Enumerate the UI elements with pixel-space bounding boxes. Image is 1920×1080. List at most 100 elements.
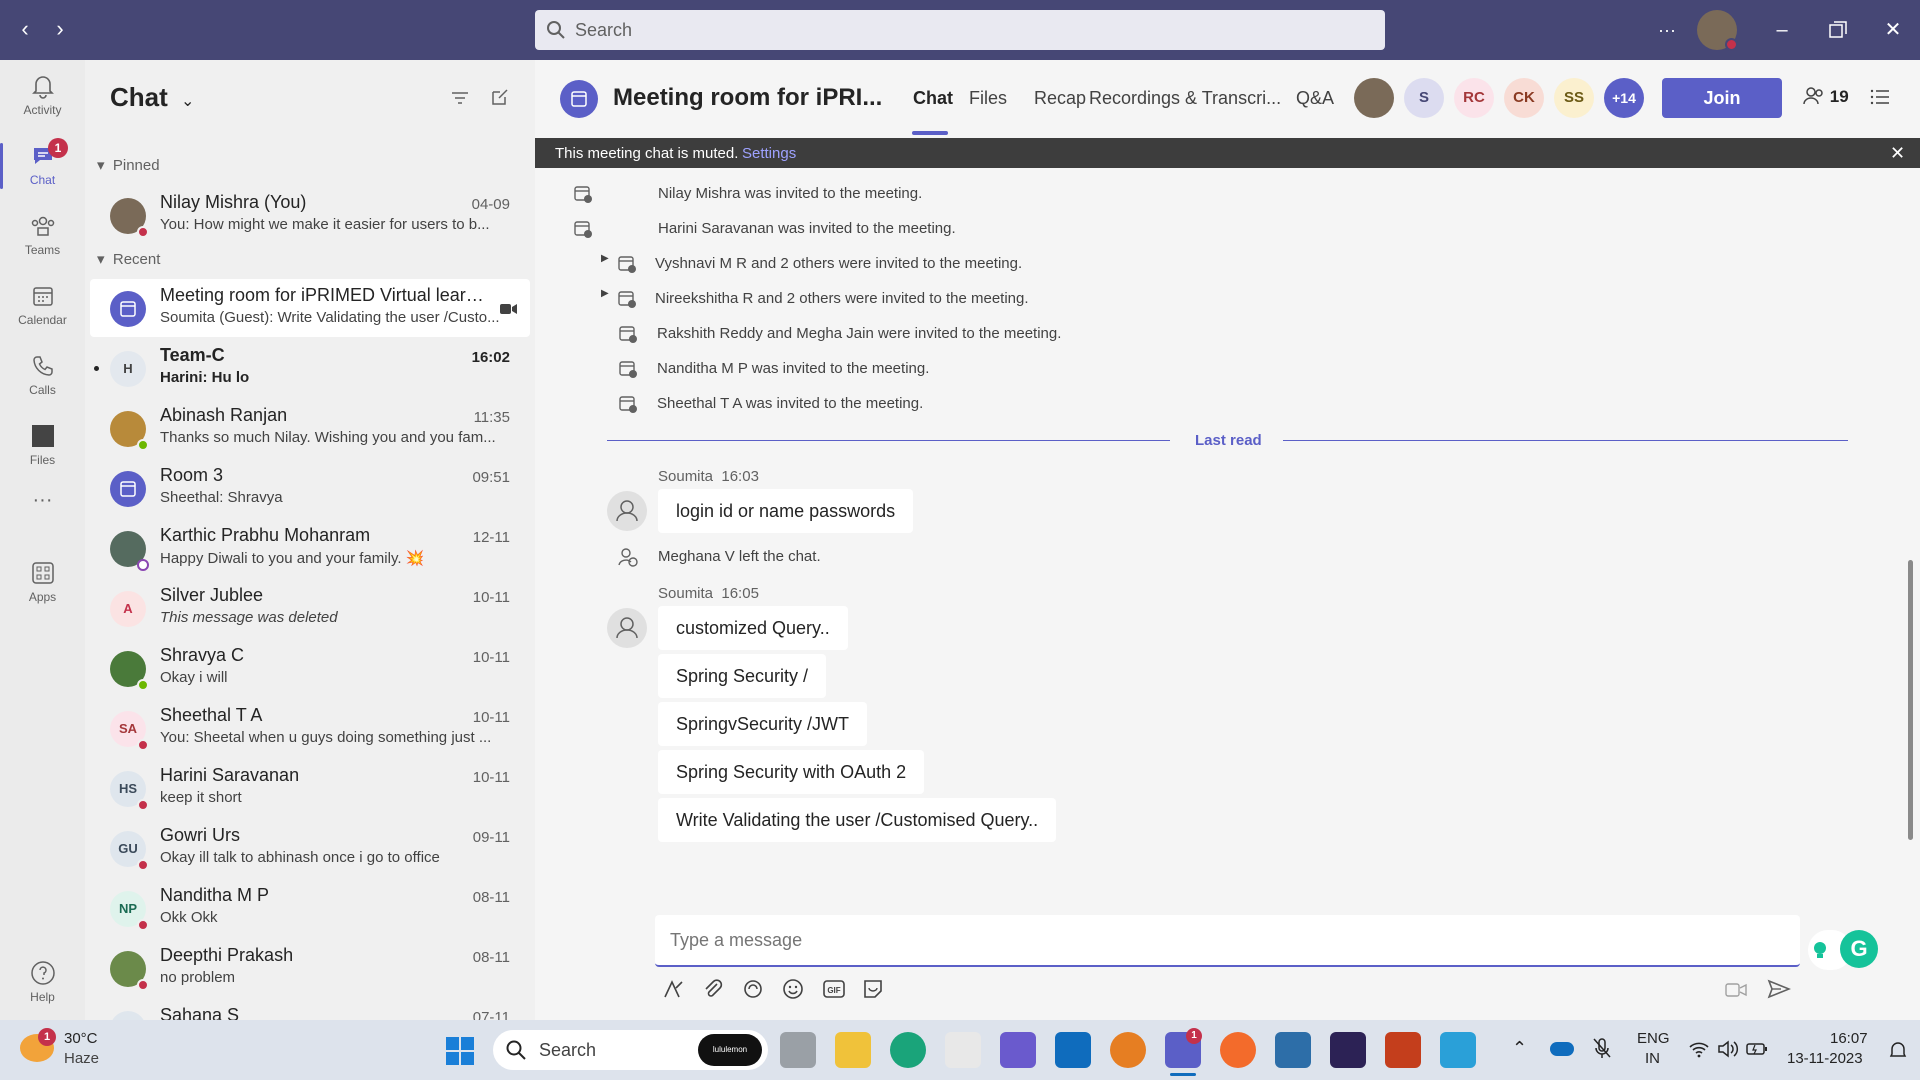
filter-icon[interactable] (450, 88, 470, 108)
message-bubble[interactable]: Spring Security with OAuth 2 (658, 750, 925, 794)
edge-icon[interactable] (890, 1032, 926, 1068)
rail-calendar[interactable]: Calendar (0, 275, 85, 337)
message-bubble[interactable]: SpringvSecurity /JWT (658, 702, 868, 746)
info-app-icon[interactable] (1110, 1032, 1146, 1068)
format-icon[interactable] (662, 978, 684, 1000)
outlook-icon[interactable] (1055, 1032, 1091, 1068)
rail-more[interactable]: ··· (0, 480, 85, 520)
expand-icon[interactable]: ▶ (601, 253, 609, 264)
avatar[interactable] (607, 608, 647, 648)
chat-item-team-c[interactable]: H Team-C Harini: Hu lo 16:02 (90, 339, 530, 397)
video-clip-icon[interactable] (1725, 980, 1747, 1000)
message-bubble[interactable]: customized Query.. (658, 606, 848, 650)
pinned-section-label[interactable]: ▾ Pinned (97, 156, 160, 174)
system-message[interactable]: Nireekshitha R and 2 others were invited… (655, 290, 1029, 307)
chevron-up-icon[interactable]: ⌃ (1512, 1038, 1527, 1059)
tab-qa[interactable]: Q&A (1296, 88, 1334, 109)
avatar[interactable] (607, 491, 647, 531)
back-icon[interactable]: ‹ (10, 14, 40, 44)
chat-list-title[interactable]: Chat ⌄ (110, 82, 194, 113)
chat-item-harini[interactable]: HS Harini Saravanan keep it short 10-11 (90, 759, 530, 817)
message-bubble[interactable]: Write Validating the user /Customised Qu… (658, 798, 1057, 842)
participant-avatar[interactable]: CK (1504, 78, 1544, 118)
app-icon[interactable] (1275, 1032, 1311, 1068)
chat-item-sheethal[interactable]: SA Sheethal T A You: Sheetal when u guys… (90, 699, 530, 757)
banner-settings-link[interactable]: Settings (742, 145, 796, 162)
rail-teams[interactable]: Teams (0, 205, 85, 267)
tab-chat[interactable]: Chat (913, 88, 953, 109)
tab-recap[interactable]: Recap (1034, 88, 1086, 109)
powerpoint-icon[interactable] (1385, 1032, 1421, 1068)
chat-item-abinash[interactable]: Abinash Ranjan Thanks so much Nilay. Wis… (90, 399, 530, 457)
new-chat-icon[interactable] (490, 87, 510, 107)
send-icon[interactable] (1767, 978, 1791, 1000)
file-explorer-icon[interactable] (835, 1032, 871, 1068)
chat-item-sahana[interactable]: Sahana S 07-11 (90, 999, 530, 1020)
search-input[interactable] (575, 10, 1365, 50)
expand-icon[interactable]: ▶ (601, 288, 609, 299)
weather-temp[interactable]: 30°C (64, 1030, 98, 1047)
mic-muted-icon[interactable] (1592, 1037, 1612, 1061)
forward-icon[interactable]: › (45, 14, 75, 44)
chat-item-meeting-room[interactable]: Meeting room for iPRIMED Virtual learnin… (90, 279, 530, 337)
sticker-icon[interactable] (862, 978, 884, 1000)
participant-avatar[interactable] (1354, 78, 1394, 118)
chat-item-nilay[interactable]: Nilay Mishra (You) You: How might we mak… (90, 186, 530, 244)
participant-avatar[interactable]: SS (1554, 78, 1594, 118)
wifi-icon[interactable] (1688, 1040, 1710, 1058)
emoji-icon[interactable] (782, 978, 804, 1000)
search-box[interactable] (535, 10, 1385, 50)
participant-avatar[interactable]: RC (1454, 78, 1494, 118)
maximize-button[interactable] (1818, 12, 1858, 48)
rail-calls[interactable]: Calls (0, 345, 85, 407)
task-view-icon[interactable] (780, 1032, 816, 1068)
loop-icon[interactable] (742, 978, 764, 1000)
notification-bell-icon[interactable] (1888, 1040, 1908, 1060)
scrollbar[interactable] (1908, 560, 1913, 840)
volume-icon[interactable] (1717, 1040, 1739, 1058)
rail-help[interactable]: Help (0, 952, 85, 1014)
people-button[interactable]: 19 (1803, 86, 1849, 107)
join-button[interactable]: Join (1662, 78, 1782, 118)
tab-recordings[interactable]: Recordings & Transcri... (1089, 88, 1281, 109)
taskbar-search[interactable]: Search lululemon (493, 1030, 768, 1070)
attach-icon[interactable] (702, 978, 724, 1000)
composer-box[interactable] (655, 915, 1800, 967)
close-icon[interactable]: ✕ (1890, 143, 1905, 164)
close-button[interactable]: ✕ (1873, 12, 1913, 48)
rail-chat[interactable]: Chat 1 (0, 135, 85, 197)
chevron-down-icon[interactable]: ⌄ (181, 93, 194, 110)
windows-start-icon[interactable] (445, 1036, 475, 1066)
tab-files[interactable]: Files (969, 88, 1007, 109)
minimize-button[interactable]: – (1762, 12, 1802, 48)
message-bubble[interactable]: login id or name passwords (658, 489, 914, 533)
more-participants-button[interactable]: +14 (1604, 78, 1644, 118)
message-input[interactable] (670, 915, 1780, 965)
clock-time[interactable]: 16:07 (1830, 1030, 1868, 1047)
chat-item-deepthi[interactable]: Deepthi Prakash no problem 08-11 (90, 939, 530, 997)
more-options-button[interactable]: ··· (1647, 12, 1687, 48)
battery-icon[interactable] (1746, 1041, 1768, 1057)
onedrive-icon[interactable] (1550, 1042, 1574, 1056)
chat-item-room-3[interactable]: Room 3 Sheethal: Shravya 09:51 (90, 459, 530, 517)
language-indicator[interactable]: ENG (1637, 1030, 1670, 1047)
clock-date[interactable]: 13-11-2023 (1787, 1050, 1863, 1067)
chat-item-shravya[interactable]: Shravya C Okay i will 10-11 (90, 639, 530, 697)
rail-files[interactable]: Files (0, 415, 85, 477)
gif-icon[interactable]: GIF (822, 978, 846, 1000)
rail-apps[interactable]: Apps (0, 552, 85, 614)
notepad-icon[interactable] (1440, 1032, 1476, 1068)
grammarly-icon[interactable]: G (1840, 930, 1878, 968)
eclipse-icon[interactable] (1330, 1032, 1366, 1068)
chat-item-nanditha[interactable]: NP Nanditha M P Okk Okk 08-11 (90, 879, 530, 937)
chat-item-silver-jublee[interactable]: A Silver Jublee This message was deleted… (90, 579, 530, 637)
system-message[interactable]: Vyshnavi M R and 2 others were invited t… (655, 255, 1022, 272)
chat-item-gowri[interactable]: GU Gowri Urs Okay ill talk to abhinash o… (90, 819, 530, 877)
profile-avatar[interactable] (1697, 10, 1738, 51)
postman-icon[interactable] (1220, 1032, 1256, 1068)
list-icon[interactable] (1870, 88, 1890, 106)
copilot-icon[interactable] (1000, 1032, 1036, 1068)
rail-activity[interactable]: Activity (0, 65, 85, 127)
recent-section-label[interactable]: ▾ Recent (97, 250, 160, 268)
store-icon[interactable] (945, 1032, 981, 1068)
